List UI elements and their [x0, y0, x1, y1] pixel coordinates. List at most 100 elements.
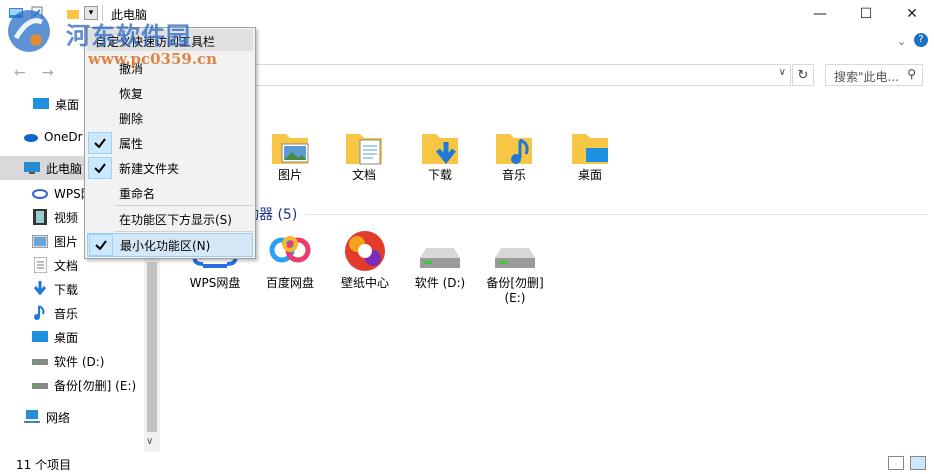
minimize-button[interactable]: —	[797, 0, 843, 28]
menu-title: 自定义快速访问工具栏	[87, 29, 253, 51]
sidebar-item-label: OneDr	[44, 130, 83, 144]
menu-separator	[115, 205, 253, 206]
check-icon	[89, 234, 113, 256]
title-divider	[102, 5, 103, 21]
menu-item-label: 删除	[119, 111, 144, 126]
folder-label: 图片	[277, 168, 302, 182]
new-folder-icon[interactable]	[66, 6, 80, 20]
sidebar-item-label: 音乐	[54, 306, 79, 321]
menu-item-undo[interactable]: 撤消	[87, 56, 253, 80]
check-icon	[88, 157, 112, 179]
device-label: 软件 (D:)	[414, 276, 466, 290]
search-input[interactable]: 搜索"此电... ⚲	[825, 64, 923, 86]
documents-folder-icon	[344, 130, 384, 165]
picture-icon	[32, 233, 48, 249]
sidebar-item-music[interactable]: 音乐	[0, 301, 144, 325]
search-icon: ⚲	[907, 67, 916, 81]
folder-label: 文档	[351, 168, 376, 182]
sidebar-item-label: 桌面	[55, 97, 80, 112]
menu-item-label: 最小化功能区(N)	[120, 238, 211, 253]
address-bar[interactable]: ∨	[255, 64, 791, 86]
download-icon	[32, 281, 48, 297]
back-arrow-icon[interactable]: ←	[14, 65, 26, 81]
drive-icon	[32, 353, 48, 369]
menu-item-rename[interactable]: 重命名	[87, 181, 253, 205]
device-label: 壁纸中心	[340, 276, 389, 290]
customize-qat-menu: 自定义快速访问工具栏 撤消 恢复 删除 属性 新建文件夹 重命名 在功能区下方显…	[84, 27, 256, 259]
sidebar-item-label: 下载	[54, 282, 79, 297]
folder-label: 下载	[427, 168, 452, 182]
drive-icon	[32, 377, 48, 393]
window-title: 此电脑	[111, 8, 148, 22]
menu-item-label: 撤消	[119, 61, 144, 76]
check-icon	[88, 132, 112, 154]
desktop-folder-icon	[570, 130, 610, 164]
menu-item-label: 重命名	[119, 186, 156, 201]
refresh-button[interactable]: ↻	[792, 64, 814, 86]
menu-item-delete[interactable]: 删除	[87, 106, 253, 130]
help-icon[interactable]: ?	[914, 33, 928, 47]
network-icon	[24, 409, 40, 425]
device-drive-d[interactable]: 软件 (D:)	[404, 230, 476, 291]
music-folder-icon	[494, 130, 534, 164]
sidebar-item-label: 网络	[46, 410, 71, 425]
menu-item-new-folder[interactable]: 新建文件夹	[87, 156, 253, 180]
status-bar: 11 个项目	[0, 452, 934, 474]
search-placeholder: 搜索"此电...	[834, 70, 899, 84]
downloads-folder-icon	[420, 130, 460, 165]
desktop-icon	[33, 96, 49, 112]
maximize-button[interactable]: ☐	[843, 0, 889, 28]
sidebar-item-downloads[interactable]: 下载	[0, 277, 144, 301]
sidebar-item-label: 文档	[54, 258, 79, 273]
device-drive-e[interactable]: 备份[勿删] (E:)	[479, 230, 551, 306]
folder-documents[interactable]: 文档	[328, 130, 400, 183]
properties-icon[interactable]	[30, 6, 44, 20]
expand-ribbon-icon[interactable]: ⌄	[897, 35, 906, 48]
device-wallpaper-center[interactable]: 壁纸中心	[329, 230, 401, 291]
explorer-icon	[9, 6, 23, 20]
details-view-icon[interactable]	[888, 456, 904, 470]
device-label: 百度网盘	[265, 276, 314, 290]
group-divider	[305, 214, 928, 215]
menu-item-properties[interactable]: 属性	[87, 131, 253, 155]
wallpaper-center-icon	[341, 230, 389, 272]
address-dropdown-icon[interactable]: ∨	[779, 67, 786, 78]
music-icon	[32, 305, 48, 321]
sidebar-item-drive-e[interactable]: 备份[勿删] (E:)	[0, 373, 144, 397]
sidebar-scrollbar-thumb[interactable]	[147, 262, 157, 432]
forward-arrow-icon[interactable]: →	[42, 65, 54, 81]
sidebar-item-desktop-2[interactable]: 桌面	[0, 325, 144, 349]
drive-icon	[491, 230, 539, 272]
video-icon	[32, 209, 48, 225]
folder-downloads[interactable]: 下载	[404, 130, 476, 183]
customize-toolbar-dropdown[interactable]: ▾	[84, 6, 98, 20]
menu-item-minimize-ribbon[interactable]: 最小化功能区(N)	[87, 233, 253, 257]
desktop-icon	[32, 329, 48, 345]
title-bar: ▾ 此电脑 — ☐ ✕	[0, 0, 934, 28]
sidebar-item-label: 视频	[54, 210, 79, 225]
device-label: WPS网盘	[189, 276, 241, 290]
sidebar-item-drive-d[interactable]: 软件 (D:)	[0, 349, 144, 373]
folder-label: 桌面	[577, 168, 602, 182]
close-button[interactable]: ✕	[889, 0, 934, 28]
wps-cloud-icon	[32, 185, 48, 201]
large-icons-view-icon[interactable]	[910, 456, 926, 470]
computer-icon	[24, 160, 40, 176]
onedrive-icon	[22, 129, 38, 145]
scroll-down-icon[interactable]: ∨	[146, 436, 153, 447]
menu-title-label: 自定义快速访问工具栏	[95, 35, 216, 49]
menu-item-label: 在功能区下方显示(S)	[119, 212, 232, 227]
folder-desktop[interactable]: 桌面	[554, 130, 626, 183]
folder-label: 音乐	[501, 168, 526, 182]
menu-item-redo[interactable]: 恢复	[87, 81, 253, 105]
sidebar-item-label: 软件 (D:)	[54, 354, 105, 369]
folder-music[interactable]: 音乐	[478, 130, 550, 183]
device-baidu-netdisk[interactable]: 百度网盘	[254, 230, 326, 291]
sidebar-item-network[interactable]: 网络	[0, 405, 144, 429]
baidu-netdisk-icon	[266, 230, 314, 272]
sidebar-item-label: 此电脑	[46, 161, 83, 176]
device-label: 备份[勿删] (E:)	[486, 276, 544, 305]
item-count: 11 个项目	[16, 458, 72, 472]
menu-item-show-below-ribbon[interactable]: 在功能区下方显示(S)	[87, 207, 253, 231]
folder-pictures[interactable]: 图片	[254, 130, 326, 183]
